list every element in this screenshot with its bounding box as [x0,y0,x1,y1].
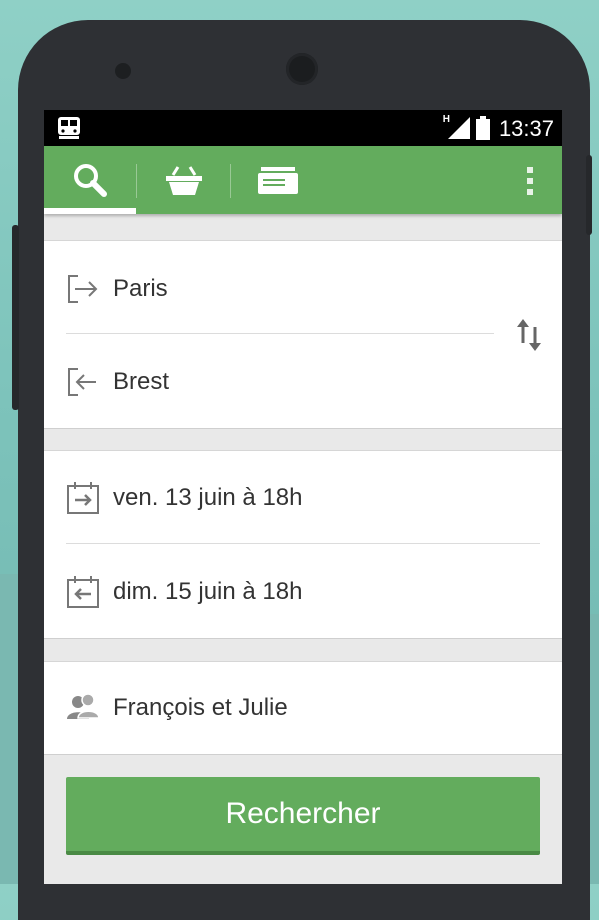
passengers-text: François et Julie [113,694,288,721]
route-card: Paris Brest [44,240,562,429]
phone-camera [286,53,318,85]
train-icon [58,117,80,139]
destination-field[interactable]: Brest [66,352,486,412]
arrival-icon [68,368,96,396]
status-time: 13:37 [498,116,554,141]
tab-tickets[interactable] [232,146,324,214]
signal-icon [448,117,470,139]
route-divider [66,333,494,334]
destination-text: Brest [113,368,170,395]
ticket-icon [258,167,298,194]
dates-card: ven. 13 juin à 18h dim. 15 juin à 18h [44,450,562,639]
volume-button [12,225,19,410]
app-toolbar [44,146,562,214]
return-date-field[interactable]: dim. 15 juin à 18h [66,562,540,622]
basket-icon [166,166,202,195]
swap-icon[interactable] [516,317,542,353]
passengers-icon [67,693,100,719]
app-screen: H 13:37 Paris Brest ven. 13 juin à 18h d… [44,110,562,884]
calendar-return-icon [67,576,99,608]
tab-separator [136,164,137,198]
search-button[interactable]: Rechercher [66,777,540,855]
passengers-card: François et Julie [44,661,562,755]
phone-sensor [115,63,131,79]
passengers-field[interactable]: François et Julie [66,678,540,738]
power-button [586,155,592,235]
active-tab-indicator [44,208,136,214]
outbound-date-field[interactable]: ven. 13 juin à 18h [66,468,540,528]
outbound-date-text: ven. 13 juin à 18h [113,484,303,511]
calendar-outbound-icon [67,482,99,514]
tab-search[interactable] [44,146,136,214]
tab-basket[interactable] [138,146,230,214]
origin-field[interactable]: Paris [66,259,486,319]
search-button-label: Rechercher [225,797,381,830]
return-date-text: dim. 15 juin à 18h [113,578,303,605]
status-bar: H 13:37 [44,110,562,146]
departure-icon [68,275,98,303]
dates-divider [66,543,540,544]
tab-separator [230,164,231,198]
overflow-menu-icon[interactable] [526,166,534,196]
origin-text: Paris [113,275,168,302]
search-icon [74,164,107,197]
battery-icon [476,116,490,140]
